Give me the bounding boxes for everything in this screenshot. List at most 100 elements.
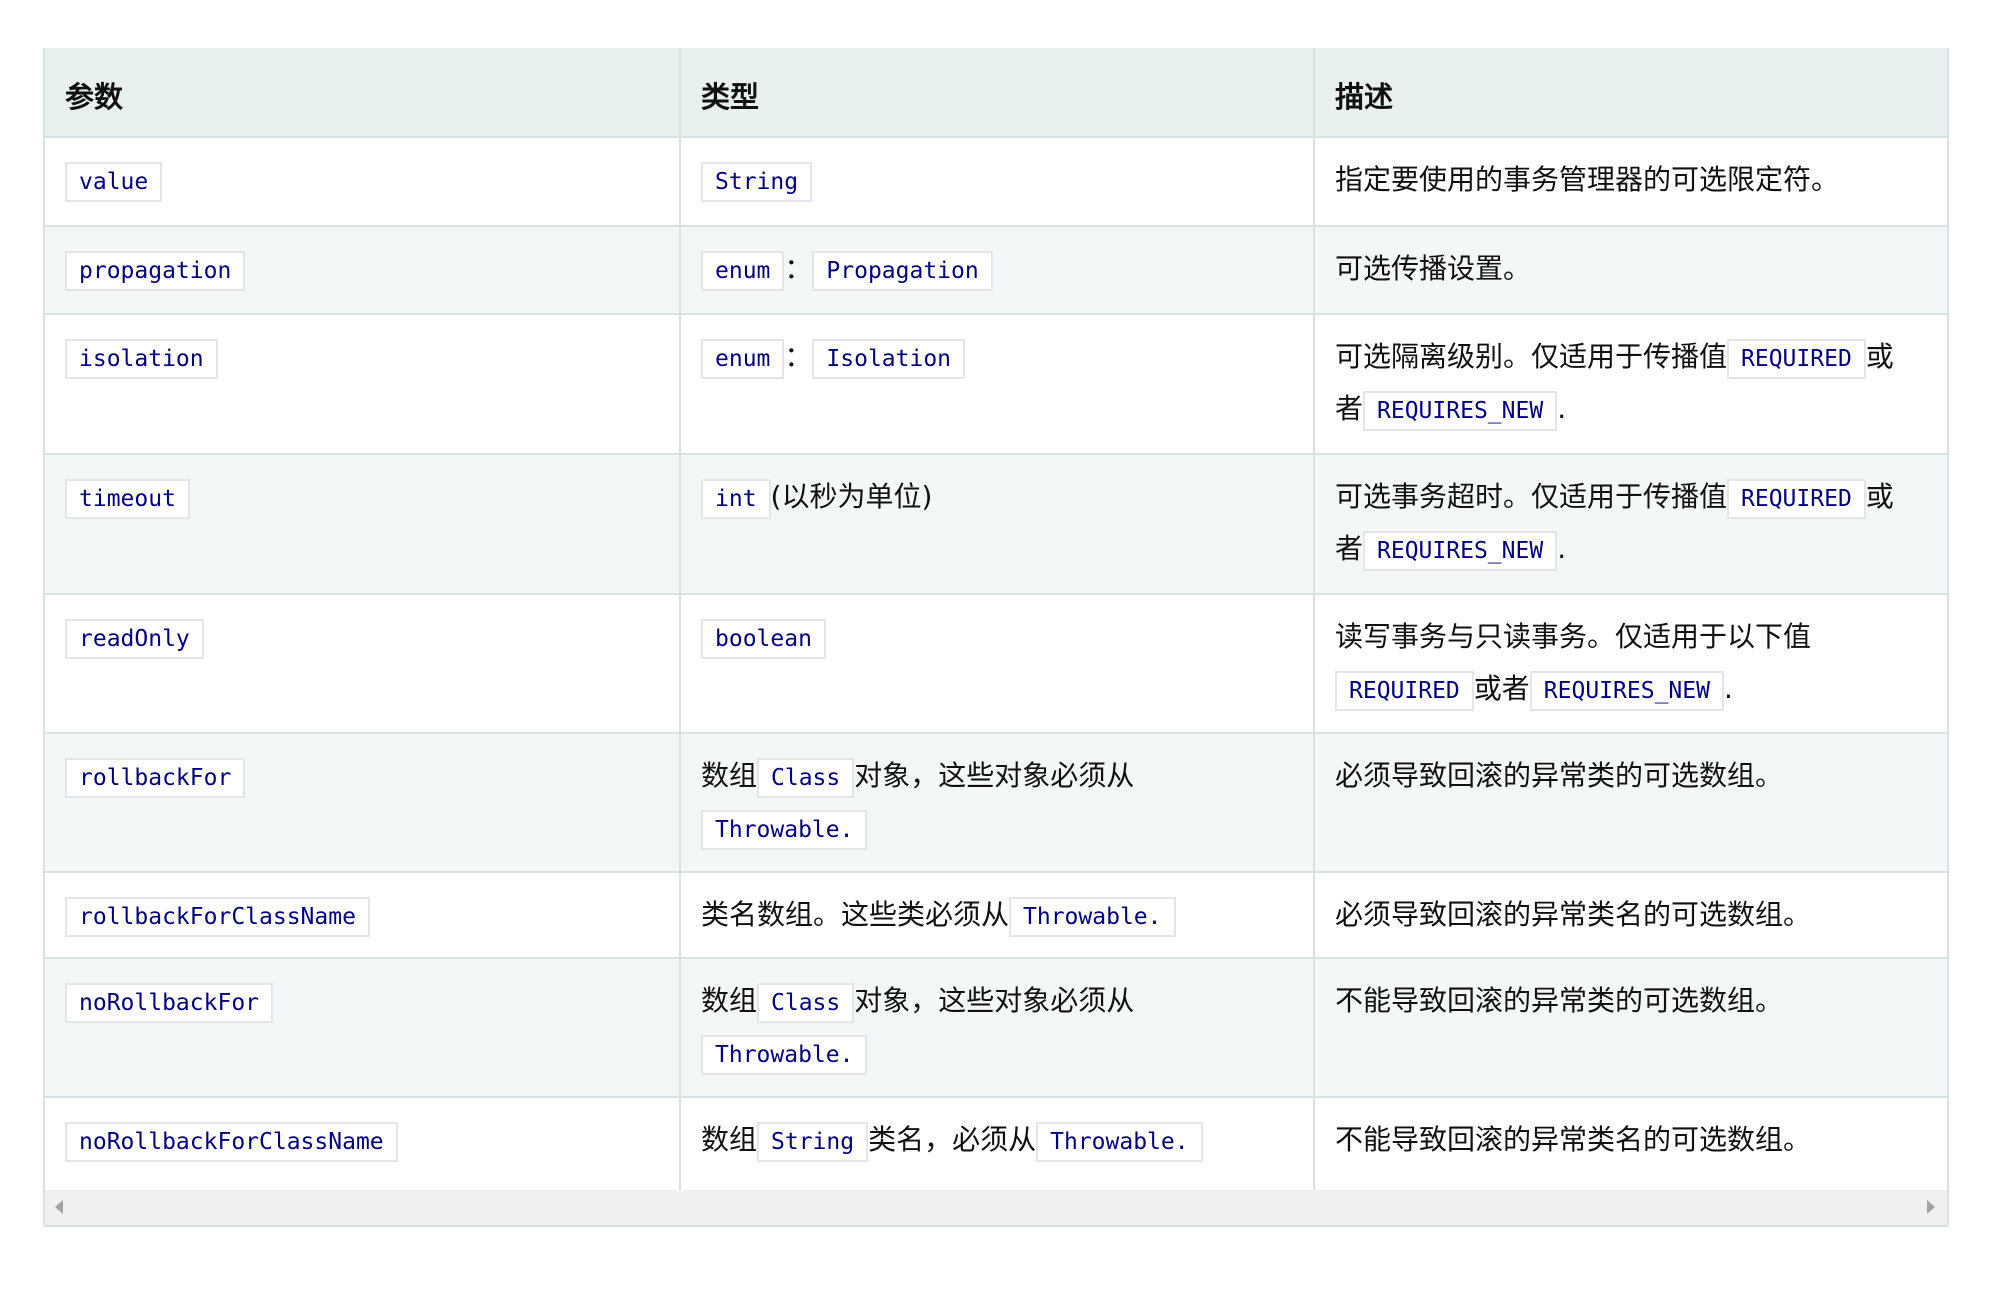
inline-code: Throwable. bbox=[701, 810, 868, 850]
table-row: timeout int (以秒为单位) 可选事务超时。仅适用于传播值 REQUIRED 或… bbox=[45, 454, 1947, 595]
cell-description: 可选传播设置。 bbox=[1313, 226, 1947, 315]
parameters-table-container: 参数 类型 描述 value String 指定要使用的事务管理器的可选限定符。 pr… bbox=[43, 48, 1949, 1227]
arrow-right-icon[interactable] bbox=[1927, 1200, 1935, 1214]
table-row: rollbackFor 数组 Class 对象，这些对象必须从 Throwable. 必须… bbox=[45, 733, 1947, 873]
header-param: 参数 bbox=[45, 48, 681, 138]
cell-type: 类名数组。这些类必须从 Throwable. bbox=[679, 872, 1315, 959]
desc-content: 必须导致回滚的异常类的可选数组。 bbox=[1335, 750, 1895, 802]
inline-code: String bbox=[701, 162, 813, 202]
cell-type: String bbox=[679, 137, 1315, 227]
type-content: 类名数组。这些类必须从 Throwable. bbox=[701, 889, 1261, 941]
param-name-code: rollbackFor bbox=[65, 758, 246, 798]
text-segment: . bbox=[1557, 392, 1567, 425]
text-segment: 或者 bbox=[1473, 672, 1530, 705]
cell-description: 可选隔离级别。仅适用于传播值 REQUIRED 或者 REQUIRES_NEW. bbox=[1313, 314, 1947, 455]
param-name-code: value bbox=[65, 162, 163, 202]
cell-param: rollbackFor bbox=[45, 733, 681, 873]
param-name-code: noRollbackForClassName bbox=[65, 1122, 398, 1162]
text-segment: 读写事务与只读事务。仅适用于以下值 bbox=[1335, 620, 1812, 653]
text-segment: 数组 bbox=[701, 759, 758, 792]
type-content: enum： Isolation bbox=[701, 331, 1261, 383]
text-segment: 数组 bbox=[701, 1123, 758, 1156]
text-segment: ： bbox=[784, 340, 813, 373]
text-segment: 必须导致回滚的异常类的可选数组。 bbox=[1335, 759, 1784, 792]
cell-type: boolean bbox=[679, 594, 1315, 734]
text-segment: 指定要使用的事务管理器的可选限定符。 bbox=[1335, 163, 1840, 196]
inline-code: Propagation bbox=[812, 251, 993, 291]
cell-type: 数组 Class 对象，这些对象必须从 Throwable. bbox=[679, 958, 1315, 1098]
desc-content: 读写事务与只读事务。仅适用于以下值 REQUIRED 或者 REQUIRES_NEW. bbox=[1335, 611, 1895, 715]
text-segment: 可选隔离级别。仅适用于传播值 bbox=[1335, 340, 1728, 373]
cell-param: readOnly bbox=[45, 594, 681, 734]
desc-content: 必须导致回滚的异常类名的可选数组。 bbox=[1335, 889, 1895, 941]
inline-code: REQUIRES_NEW bbox=[1363, 391, 1558, 431]
inline-code: Throwable. bbox=[701, 1035, 868, 1075]
cell-param: isolation bbox=[45, 314, 681, 455]
table-row: value String 指定要使用的事务管理器的可选限定符。 bbox=[45, 137, 1947, 227]
text-segment: ： bbox=[784, 252, 813, 285]
horizontal-scrollbar[interactable] bbox=[45, 1190, 1947, 1225]
cell-description: 不能导致回滚的异常类的可选数组。 bbox=[1313, 958, 1947, 1098]
text-segment: 类名数组。这些类必须从 bbox=[701, 898, 1010, 931]
inline-code: Isolation bbox=[812, 339, 966, 379]
inline-code: Throwable. bbox=[1036, 1122, 1203, 1162]
text-segment: 必须导致回滚的异常类名的可选数组。 bbox=[1335, 898, 1812, 931]
text-segment: 不能导致回滚的异常类的可选数组。 bbox=[1335, 984, 1784, 1017]
cell-description: 必须导致回滚的异常类名的可选数组。 bbox=[1313, 872, 1947, 959]
text-segment: . bbox=[1557, 532, 1567, 565]
inline-code: String bbox=[757, 1122, 869, 1162]
type-content: int (以秒为单位) bbox=[701, 471, 1261, 523]
cell-param: noRollbackFor bbox=[45, 958, 681, 1098]
desc-content: 可选事务超时。仅适用于传播值 REQUIRED 或者 REQUIRES_NEW. bbox=[1335, 471, 1895, 575]
type-content: 数组 String 类名，必须从 Throwable. bbox=[701, 1114, 1261, 1166]
desc-content: 可选传播设置。 bbox=[1335, 243, 1895, 295]
desc-content: 不能导致回滚的异常类的可选数组。 bbox=[1335, 975, 1895, 1027]
cell-param: propagation bbox=[45, 226, 681, 315]
inline-code: REQUIRED bbox=[1727, 339, 1866, 379]
parameters-table: 参数 类型 描述 value String 指定要使用的事务管理器的可选限定符。 pr… bbox=[45, 48, 1947, 1225]
type-content: enum： Propagation bbox=[701, 243, 1261, 295]
type-content: 数组 Class 对象，这些对象必须从 Throwable. bbox=[701, 750, 1261, 854]
text-segment: 类名，必须从 bbox=[868, 1123, 1037, 1156]
header-type: 类型 bbox=[679, 48, 1315, 138]
inline-code: Class bbox=[757, 983, 855, 1023]
text-segment: 可选传播设置。 bbox=[1335, 252, 1532, 285]
inline-code: int bbox=[701, 479, 771, 519]
header-description: 描述 bbox=[1313, 48, 1947, 138]
inline-code: enum bbox=[701, 339, 785, 379]
inline-code: REQUIRES_NEW bbox=[1529, 671, 1724, 711]
text-segment: (以秒为单位) bbox=[770, 480, 933, 513]
text-segment: 对象，这些对象必须从 bbox=[854, 759, 1135, 792]
table-header-row: 参数 类型 描述 bbox=[45, 48, 1947, 138]
desc-content: 不能导致回滚的异常类名的可选数组。 bbox=[1335, 1114, 1895, 1166]
text-segment: 可选事务超时。仅适用于传播值 bbox=[1335, 480, 1728, 513]
cell-description: 必须导致回滚的异常类的可选数组。 bbox=[1313, 733, 1947, 873]
inline-code: boolean bbox=[701, 619, 826, 659]
desc-content: 指定要使用的事务管理器的可选限定符。 bbox=[1335, 154, 1895, 206]
inline-code: Class bbox=[757, 758, 855, 798]
type-content: boolean bbox=[701, 611, 1261, 663]
type-content: String bbox=[701, 154, 1261, 206]
arrow-left-icon[interactable] bbox=[55, 1200, 63, 1214]
inline-code: REQUIRED bbox=[1727, 479, 1866, 519]
cell-type: int (以秒为单位) bbox=[679, 454, 1315, 595]
param-name-code: noRollbackFor bbox=[65, 983, 274, 1023]
cell-param: rollbackForClassName bbox=[45, 872, 681, 959]
param-name-code: readOnly bbox=[65, 619, 204, 659]
text-segment: 数组 bbox=[701, 984, 758, 1017]
cell-type: enum： Propagation bbox=[679, 226, 1315, 315]
table-row: readOnly boolean 读写事务与只读事务。仅适用于以下值 REQUIRED… bbox=[45, 594, 1947, 734]
table-row: propagation enum： Propagation 可选传播设置。 bbox=[45, 226, 1947, 315]
text-segment: 不能导致回滚的异常类名的可选数组。 bbox=[1335, 1123, 1812, 1156]
cell-param: timeout bbox=[45, 454, 681, 595]
table-row: noRollbackFor 数组 Class 对象，这些对象必须从 Throwable.… bbox=[45, 958, 1947, 1098]
param-name-code: timeout bbox=[65, 479, 190, 519]
inline-code: Throwable. bbox=[1009, 897, 1176, 937]
text-segment: . bbox=[1723, 672, 1733, 705]
table-body: value String 指定要使用的事务管理器的可选限定符。 propagation… bbox=[45, 137, 1947, 1225]
table-row: rollbackForClassName 类名数组。这些类必须从 Throwable… bbox=[45, 872, 1947, 959]
inline-code: REQUIRES_NEW bbox=[1363, 531, 1558, 571]
type-content: 数组 Class 对象，这些对象必须从 Throwable. bbox=[701, 975, 1261, 1079]
cell-type: enum： Isolation bbox=[679, 314, 1315, 455]
inline-code: REQUIRED bbox=[1335, 671, 1474, 711]
